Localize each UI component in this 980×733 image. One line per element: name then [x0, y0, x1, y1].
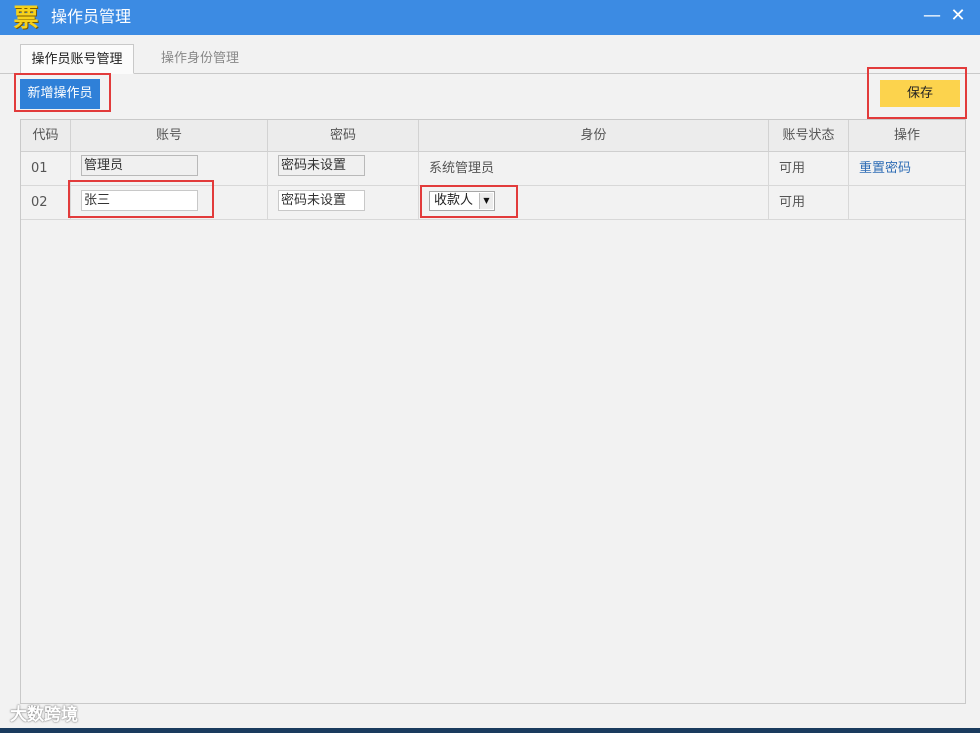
operator-table: 代码 账号 密码 身份 账号状态 操作 01 管理员 密码未设置 系统管理员 可… [20, 119, 966, 704]
header-code: 代码 [21, 120, 71, 152]
save-button[interactable]: 保存 [880, 80, 960, 107]
role-select-value: 收款人 [434, 193, 474, 208]
watermark-logo: 大数跨境 [10, 705, 78, 725]
add-operator-button[interactable]: 新增操作员 [20, 79, 100, 109]
table-row: 密码未设置 [268, 186, 419, 220]
window-title: 操作员管理 [51, 7, 132, 26]
header-role: 身份 [419, 120, 769, 152]
title-bar: 票 操作员管理 — ✕ [0, 0, 980, 35]
tab-bar: 操作员账号管理 操作身份管理 [0, 35, 980, 74]
cell-action [849, 186, 965, 220]
cell-status: 可用 [769, 152, 849, 186]
account-field[interactable]: 管理员 [81, 155, 198, 176]
role-select[interactable]: 收款人 ▼ [429, 191, 495, 211]
taskbar [0, 728, 980, 733]
account-field[interactable]: 张三 [81, 190, 198, 211]
table-row: 张三 [71, 186, 268, 220]
reset-password-link[interactable]: 重置密码 [849, 152, 965, 186]
header-action: 操作 [849, 120, 965, 152]
header-status: 账号状态 [769, 120, 849, 152]
minimize-icon[interactable]: — [919, 3, 945, 29]
password-field[interactable]: 密码未设置 [278, 190, 365, 211]
table-row: 管理员 [71, 152, 268, 186]
dropdown-arrow-icon: ▼ [479, 193, 493, 209]
table-row: 收款人 ▼ [419, 186, 769, 220]
app-ticket-icon: 票 [13, 3, 39, 32]
header-account: 账号 [71, 120, 268, 152]
cell-role: 系统管理员 [419, 152, 769, 186]
cell-code: 01 [21, 152, 71, 186]
table-row: 密码未设置 [268, 152, 419, 186]
cell-code: 02 [21, 186, 71, 220]
header-password: 密码 [268, 120, 419, 152]
password-field[interactable]: 密码未设置 [278, 155, 365, 176]
cell-status: 可用 [769, 186, 849, 220]
close-icon[interactable]: ✕ [945, 3, 971, 29]
tab-operator-accounts[interactable]: 操作员账号管理 [20, 44, 134, 74]
tab-operator-roles[interactable]: 操作身份管理 [150, 44, 250, 72]
